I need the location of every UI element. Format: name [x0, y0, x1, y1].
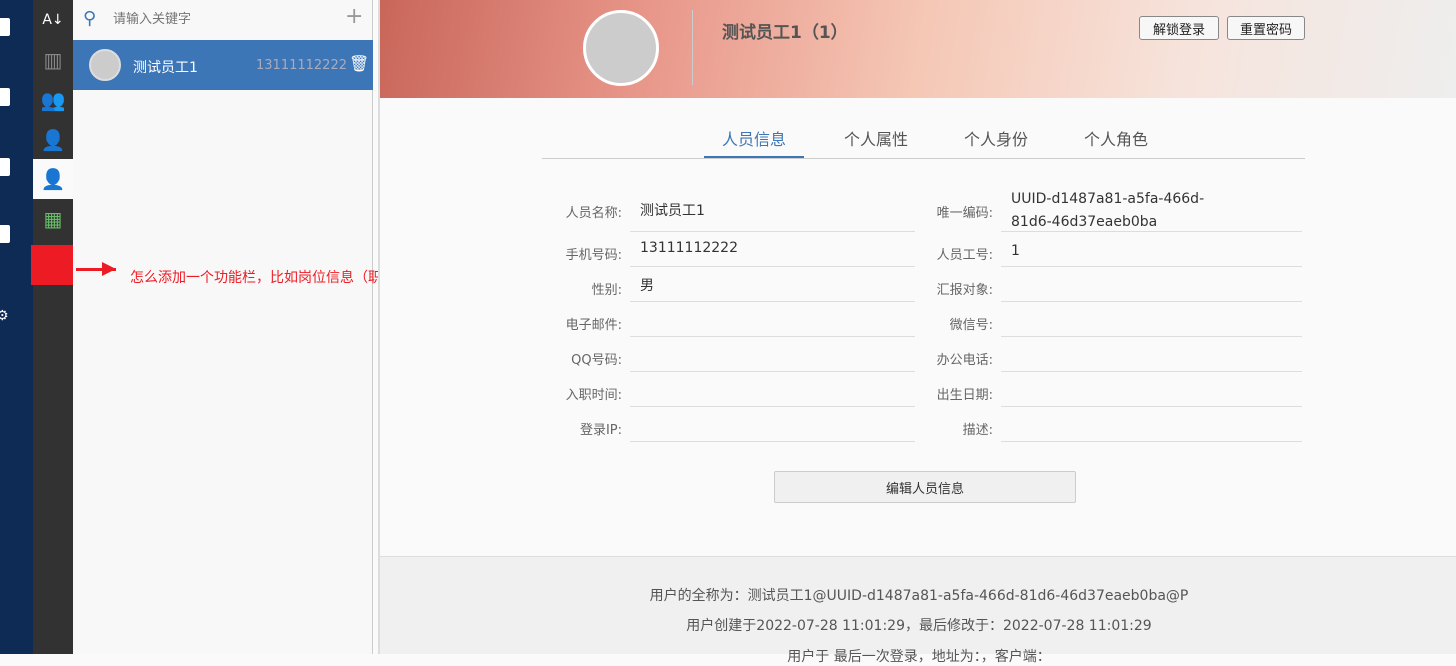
field-label: 入职时间: [565, 388, 622, 403]
building-icon[interactable]: ▥ [33, 40, 73, 80]
footer-fullname: 用户的全称为：测试员工1@UUID-d1487a81-a5fa-466d-81d… [649, 588, 1189, 604]
footer: 用户的全称为：测试员工1@UUID-d1487a81-a5fa-466d-81d… [380, 556, 1456, 665]
field-label: 人员名称: [565, 206, 622, 221]
primary-nav: ⚙ [0, 0, 33, 654]
profile-title: 测试员工1（1） [722, 23, 848, 43]
field-value [630, 302, 915, 337]
divider [692, 10, 693, 85]
profile-avatar [583, 10, 659, 86]
group-icon[interactable]: 👥 [33, 80, 73, 120]
field-value [1001, 407, 1302, 442]
field-value: 1 [1001, 232, 1302, 267]
field-label: QQ号码: [571, 353, 622, 368]
secondary-nav: A↓ ▥ 👥 👤 👤 ▦ [31, 0, 74, 654]
annotation-red-box [31, 245, 74, 285]
field-value [1001, 267, 1302, 302]
trash-icon[interactable]: 🗑 [349, 54, 369, 73]
field-value [1001, 372, 1302, 407]
field-value [630, 337, 915, 372]
field-label: 人员工号: [936, 248, 993, 263]
search-input[interactable] [113, 8, 333, 30]
user-list-panel: ⚲ + 测试员工1 13111112222 🗑 [73, 0, 373, 654]
edit-person-button[interactable]: 编辑人员信息 [774, 471, 1076, 503]
field-label: 描述: [962, 423, 993, 438]
field-label: 办公电话: [936, 353, 993, 368]
field-label: 微信号: [949, 318, 993, 333]
user-phone: 13111112222 [256, 58, 347, 73]
document-icon[interactable] [0, 158, 10, 176]
field-label: 登录IP: [579, 423, 622, 438]
field-label: 电子邮件: [565, 318, 622, 333]
field-label: 手机号码: [565, 248, 622, 263]
search-icon: ⚲ [83, 8, 97, 29]
avatar [89, 49, 121, 81]
list-item[interactable]: 测试员工1 13111112222 🗑 [73, 40, 373, 90]
unlock-login-button[interactable]: 解锁登录 [1139, 16, 1219, 40]
add-button[interactable]: + [345, 4, 363, 29]
field-value [630, 372, 915, 407]
tab-divider [542, 158, 1305, 159]
calendar-icon[interactable] [0, 225, 10, 243]
detail-panel: 测试员工1（1） 解锁登录 重置密码 人员信息 个人属性 个人身份 个人角色 人… [378, 0, 1456, 665]
field-label: 汇报对象: [936, 283, 993, 298]
reset-password-button[interactable]: 重置密码 [1227, 16, 1305, 40]
field-value [1001, 337, 1302, 372]
tab-person-info[interactable]: 人员信息 [704, 126, 804, 158]
tab-personal-identity[interactable]: 个人身份 [946, 126, 1046, 158]
field-label: 性别: [591, 283, 622, 298]
field-value: 13111112222 [630, 232, 915, 267]
field-value: 男 [630, 267, 915, 302]
profile-banner: 测试员工1（1） 解锁登录 重置密码 [380, 0, 1456, 98]
gear-icon[interactable]: ⚙ [0, 308, 9, 324]
tab-personal-attributes[interactable]: 个人属性 [826, 126, 926, 158]
field-value: 测试员工1 [630, 190, 915, 232]
field-label: 唯一编码: [936, 206, 993, 221]
monitor-icon[interactable] [0, 88, 10, 106]
field-value: UUID-d1487a81-a5fa-466d-81d6-46d37eaeb0b… [1001, 180, 1302, 232]
user-edit-icon[interactable]: 👤 [33, 159, 73, 199]
arrow-head-icon [102, 262, 116, 276]
home-icon[interactable] [0, 18, 10, 36]
user-name: 测试员工1 [133, 60, 198, 76]
field-value [1001, 302, 1302, 337]
spreadsheet-icon[interactable]: ▦ [33, 199, 73, 239]
footer-created: 用户创建于2022-07-28 11:01:29，最后修改于：2022-07-2… [686, 618, 1152, 634]
user-location-icon[interactable]: 👤 [33, 120, 73, 160]
field-label: 出生日期: [936, 388, 993, 403]
field-value [630, 407, 915, 442]
tab-personal-roles[interactable]: 个人角色 [1066, 126, 1166, 158]
footer-login: 用户于 最后一次登录，地址为：，客户端： [787, 649, 1051, 665]
sort-az-icon[interactable]: A↓ [33, 0, 73, 40]
